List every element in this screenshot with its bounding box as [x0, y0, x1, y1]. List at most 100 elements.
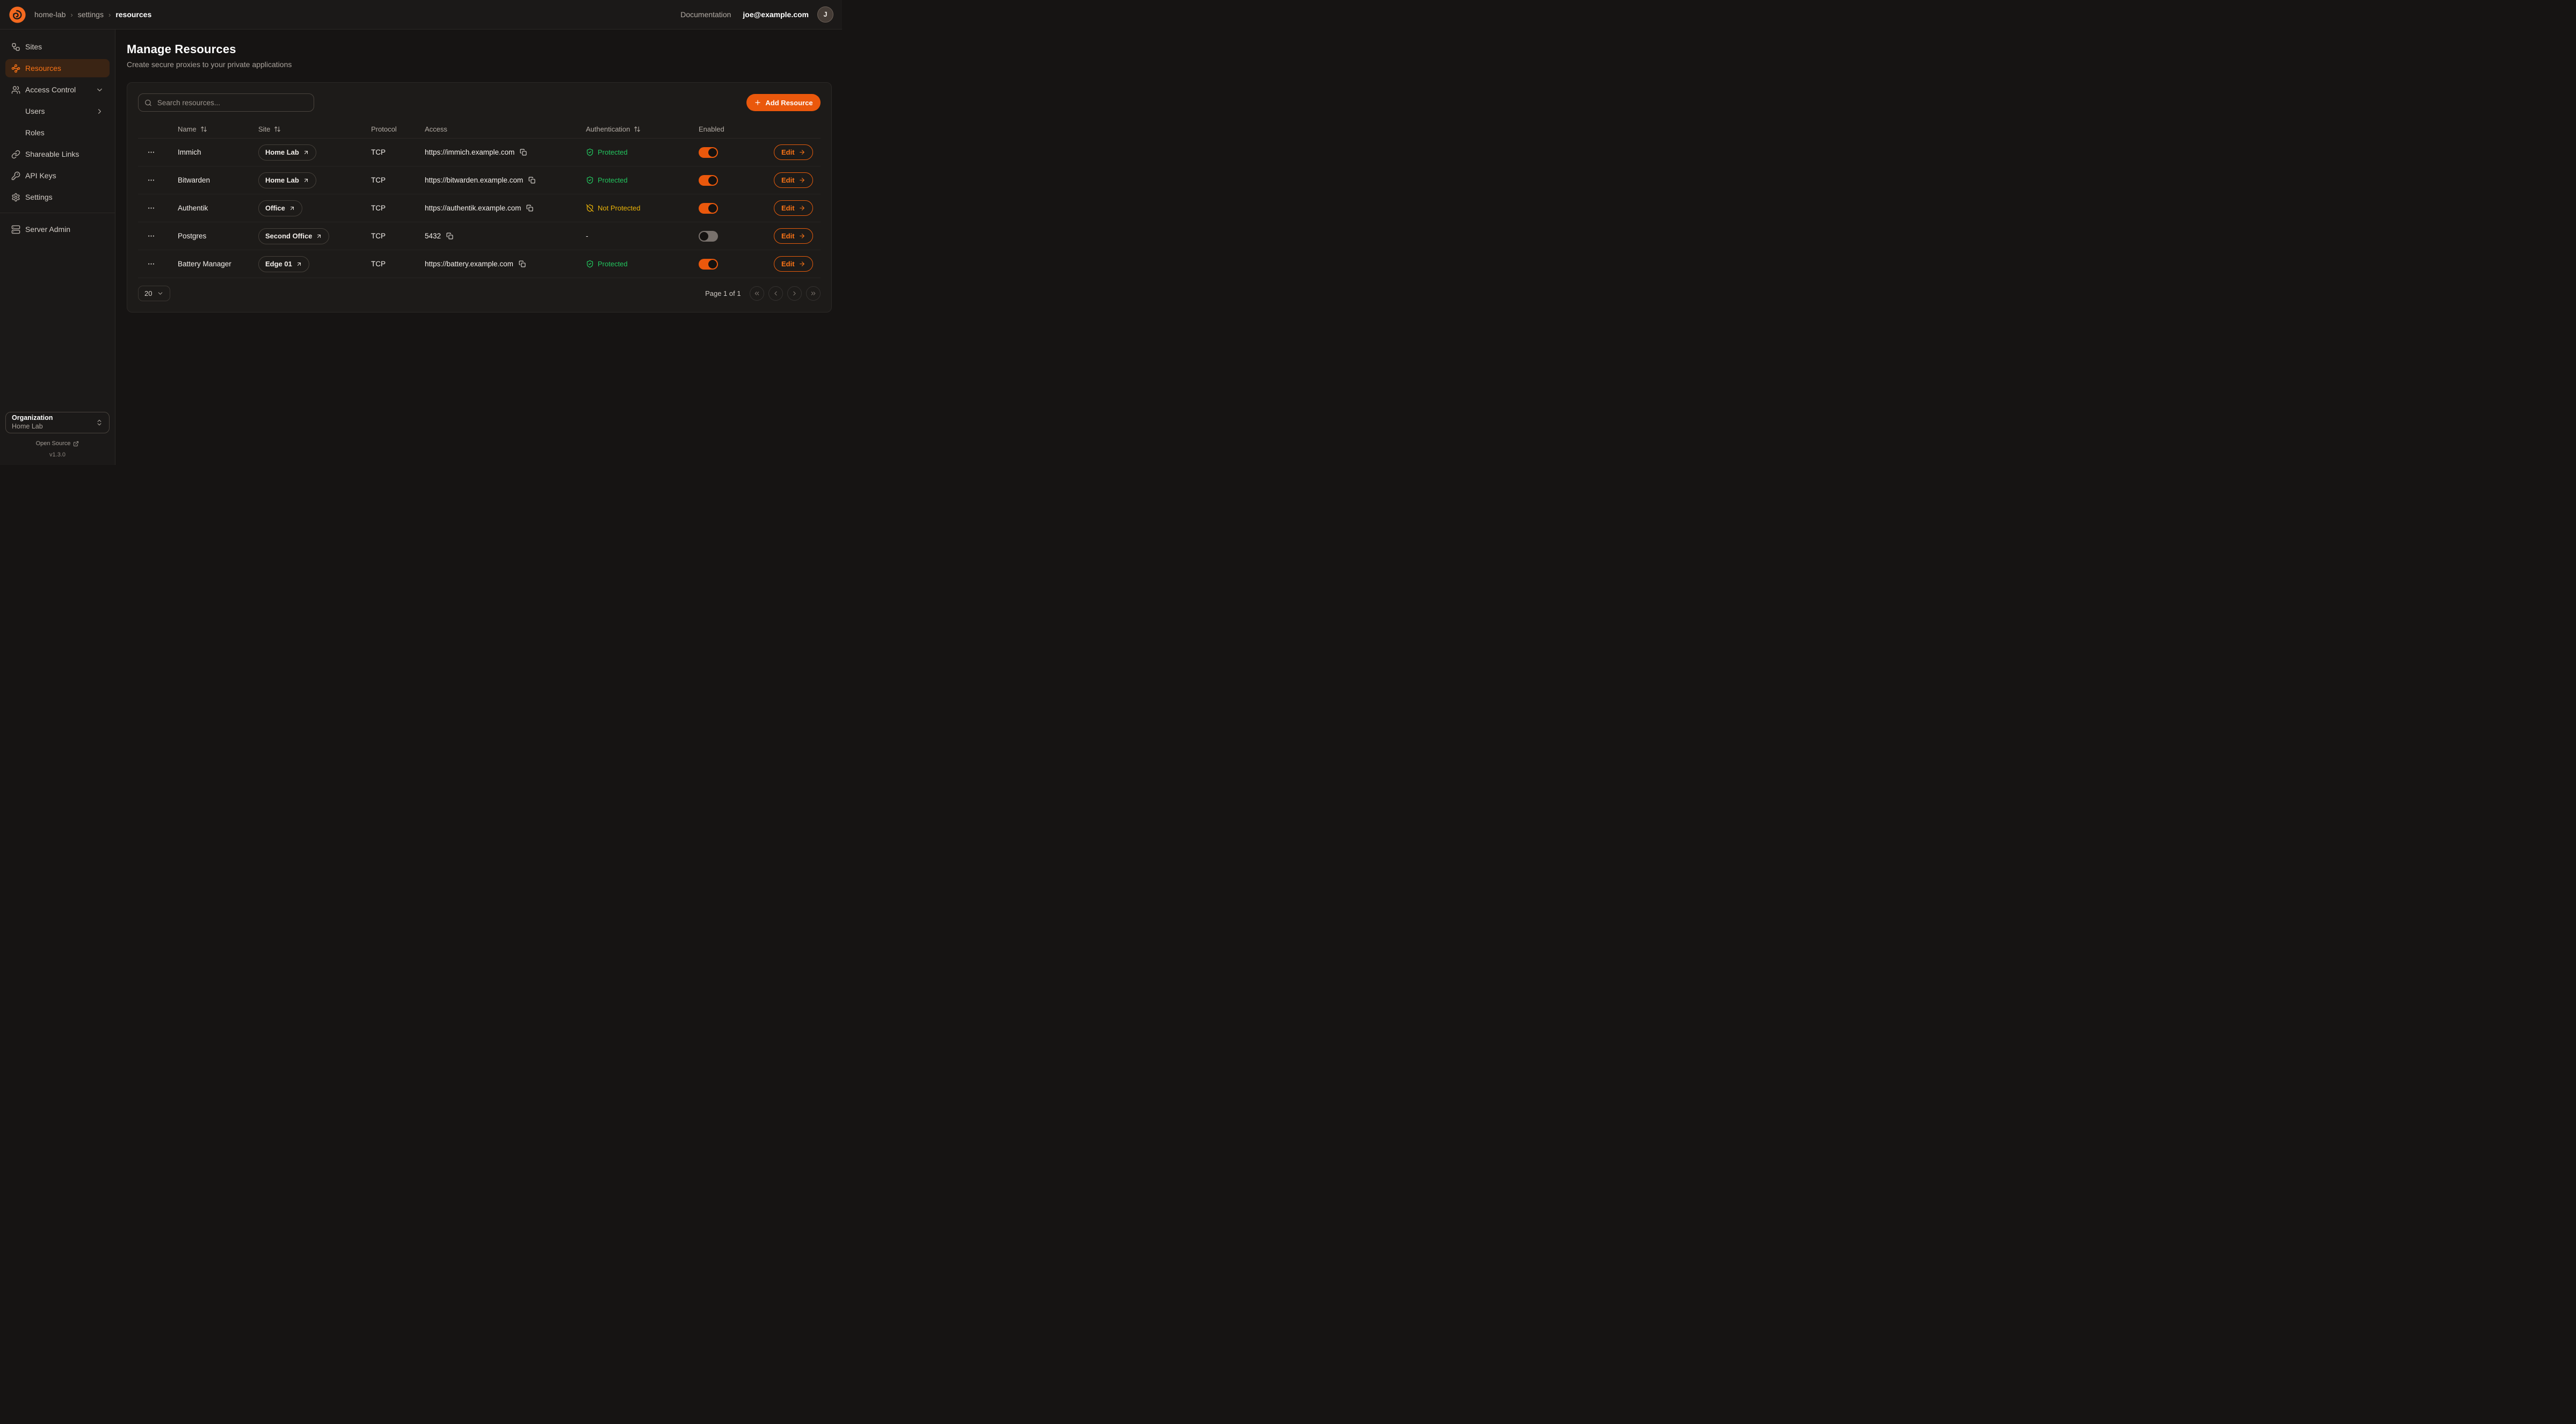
- column-header-site[interactable]: Site: [244, 125, 357, 133]
- shield-check-icon: [586, 260, 594, 268]
- organization-selector[interactable]: Organization Home Lab: [5, 412, 110, 433]
- breadcrumb-settings[interactable]: settings: [78, 10, 104, 19]
- resource-name: Postgres: [164, 232, 244, 240]
- search-input[interactable]: [156, 98, 308, 107]
- pager-first-icon: [753, 290, 760, 297]
- copy-icon[interactable]: [445, 231, 454, 241]
- sort-icon: [274, 126, 281, 133]
- previous-page-button[interactable]: [768, 286, 783, 301]
- sidebar-item-label: Roles: [25, 128, 45, 137]
- gear-icon: [11, 193, 20, 202]
- sidebar-item-label: API Keys: [25, 171, 56, 180]
- sidebar-item-roles[interactable]: Roles: [5, 123, 110, 142]
- arrow-right-icon: [799, 205, 806, 212]
- table-row: Postgres Second Office TCP 5432 - Edit: [138, 222, 821, 250]
- page-info: Page 1 of 1: [705, 289, 741, 297]
- row-menu-button[interactable]: [145, 230, 157, 242]
- site-link[interactable]: Home Lab: [258, 172, 316, 188]
- avatar[interactable]: J: [817, 6, 833, 23]
- pager-prev-icon: [772, 290, 779, 297]
- external-arrow-icon: [296, 261, 302, 267]
- enabled-toggle[interactable]: [699, 147, 718, 158]
- site-link[interactable]: Second Office: [258, 228, 329, 244]
- chevrons-up-down-icon: [96, 419, 103, 426]
- sidebar-item-users[interactable]: Users: [5, 102, 110, 120]
- table-header: Name Site Protocol Access Authentication…: [138, 120, 821, 139]
- sidebar: Sites Resources Access Control Users Rol…: [0, 30, 115, 465]
- table-row: Bitwarden Home Lab TCP https://bitwarden…: [138, 166, 821, 194]
- breadcrumb-org[interactable]: home-lab: [34, 10, 66, 19]
- external-link-icon: [73, 441, 79, 447]
- search-icon: [144, 99, 152, 107]
- ellipsis-icon: [147, 204, 155, 212]
- sidebar-item-sites[interactable]: Sites: [5, 38, 110, 56]
- row-menu-button[interactable]: [145, 146, 157, 158]
- user-email[interactable]: joe@example.com: [743, 10, 809, 19]
- sidebar-item-access-control[interactable]: Access Control: [5, 81, 110, 99]
- pagination-bar: 20 Page 1 of 1: [138, 286, 821, 301]
- documentation-link[interactable]: Documentation: [680, 10, 731, 19]
- arrow-right-icon: [799, 177, 806, 184]
- breadcrumb-current: resources: [115, 10, 151, 19]
- copy-icon[interactable]: [527, 176, 536, 185]
- sidebar-item-shareable-links[interactable]: Shareable Links: [5, 145, 110, 163]
- site-link[interactable]: Office: [258, 200, 302, 216]
- server-icon: [11, 225, 20, 234]
- resource-name: Authentik: [164, 204, 244, 212]
- column-header-authentication[interactable]: Authentication: [572, 125, 685, 133]
- breadcrumb-separator: ›: [108, 11, 111, 19]
- copy-icon[interactable]: [518, 259, 527, 268]
- shield-check-icon: [586, 148, 594, 156]
- page-title: Manage Resources: [127, 42, 832, 56]
- edit-button[interactable]: Edit: [774, 200, 813, 216]
- row-menu-button[interactable]: [145, 202, 157, 214]
- external-arrow-icon: [303, 177, 309, 184]
- first-page-button[interactable]: [750, 286, 764, 301]
- table-row: Battery Manager Edge 01 TCP https://batt…: [138, 250, 821, 278]
- pager-next-icon: [791, 290, 798, 297]
- auth-status: -: [586, 232, 588, 240]
- ellipsis-icon: [147, 232, 155, 240]
- enabled-toggle[interactable]: [699, 175, 718, 186]
- copy-icon[interactable]: [525, 204, 534, 213]
- column-header-enabled: Enabled: [685, 125, 760, 133]
- sidebar-item-settings[interactable]: Settings: [5, 188, 110, 206]
- last-page-button[interactable]: [806, 286, 821, 301]
- external-arrow-icon: [289, 205, 295, 212]
- enabled-toggle[interactable]: [699, 259, 718, 270]
- edit-button[interactable]: Edit: [774, 256, 813, 272]
- auth-status: Protected: [586, 260, 628, 268]
- chevron-down-icon: [96, 86, 104, 94]
- pangolin-logo-icon[interactable]: [9, 6, 26, 24]
- sidebar-item-label: Access Control: [25, 85, 76, 94]
- sidebar-item-api-keys[interactable]: API Keys: [5, 166, 110, 185]
- sidebar-item-resources[interactable]: Resources: [5, 59, 110, 77]
- add-resource-button[interactable]: Add Resource: [746, 94, 820, 111]
- pager-last-icon: [810, 290, 817, 297]
- open-source-link[interactable]: Open Source: [36, 440, 79, 447]
- enabled-toggle[interactable]: [699, 203, 718, 214]
- row-menu-button[interactable]: [145, 258, 157, 270]
- edit-button[interactable]: Edit: [774, 228, 813, 244]
- site-link[interactable]: Home Lab: [258, 144, 316, 161]
- row-menu-button[interactable]: [145, 174, 157, 186]
- ellipsis-icon: [147, 148, 155, 156]
- chevron-right-icon: [96, 107, 104, 115]
- edit-button[interactable]: Edit: [774, 172, 813, 188]
- link-icon: [11, 150, 20, 159]
- external-arrow-icon: [303, 149, 309, 156]
- site-link[interactable]: Edge 01: [258, 256, 309, 272]
- sidebar-item-server-admin[interactable]: Server Admin: [5, 220, 110, 238]
- sidebar-item-label: Resources: [25, 64, 61, 72]
- arrow-right-icon: [799, 233, 806, 239]
- next-page-button[interactable]: [787, 286, 802, 301]
- copy-icon[interactable]: [519, 148, 528, 157]
- access-control-icon: [11, 85, 20, 95]
- topbar: home-lab › settings › resources Document…: [0, 0, 842, 30]
- enabled-toggle[interactable]: [699, 231, 718, 242]
- column-header-name[interactable]: Name: [164, 125, 244, 133]
- access-url: 5432: [425, 232, 441, 240]
- access-url: https://authentik.example.com: [425, 204, 521, 212]
- edit-button[interactable]: Edit: [774, 144, 813, 160]
- page-size-select[interactable]: 20: [138, 286, 170, 301]
